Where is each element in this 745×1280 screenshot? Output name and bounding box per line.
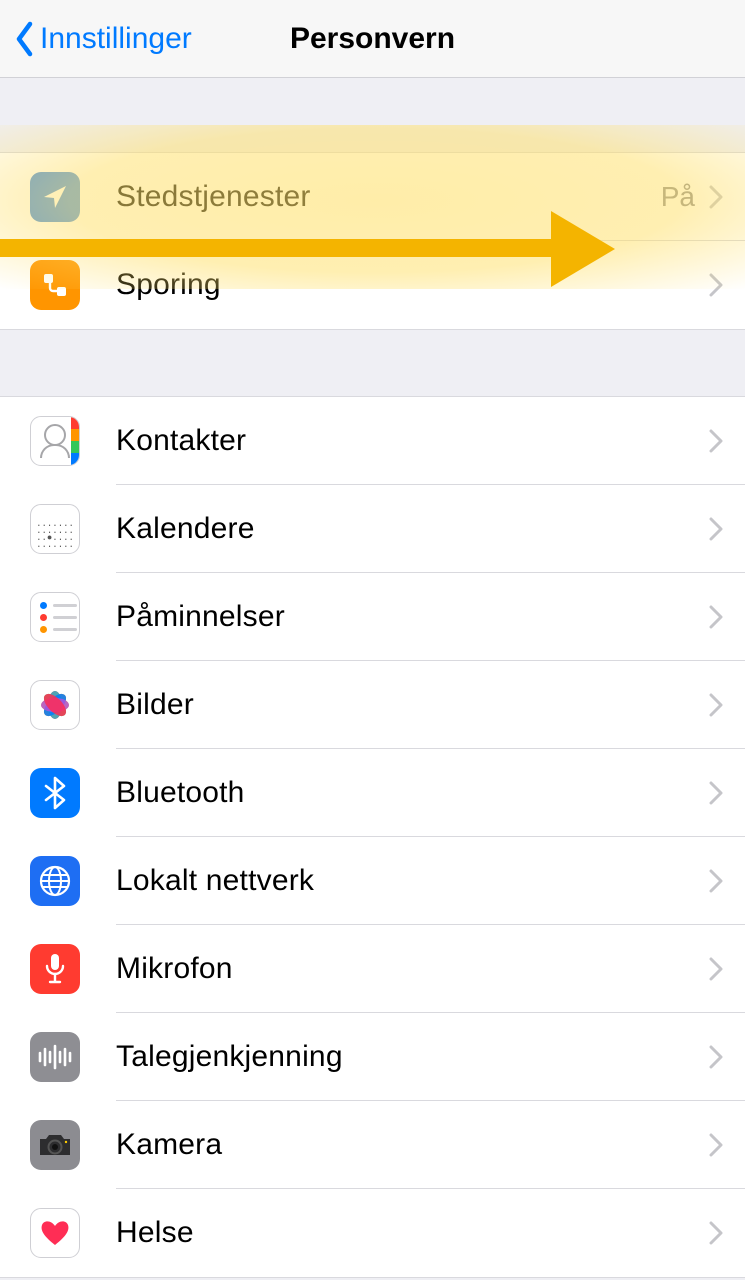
row-label: Talegjenkjenning <box>116 1040 709 1074</box>
contacts-icon <box>30 416 80 466</box>
nav-bar: Innstillinger Personvern <box>0 0 745 78</box>
chevron-right-icon <box>709 1045 723 1069</box>
row-label: Mikrofon <box>116 952 709 986</box>
row-reminders[interactable]: Påminnelser <box>0 573 745 661</box>
heart-icon <box>30 1208 80 1258</box>
row-value: På <box>661 181 695 213</box>
row-local-network[interactable]: Lokalt nettverk <box>0 837 745 925</box>
chevron-right-icon <box>709 957 723 981</box>
chevron-right-icon <box>709 517 723 541</box>
photos-icon <box>30 680 80 730</box>
row-label: Bluetooth <box>116 776 709 810</box>
chevron-right-icon <box>709 1221 723 1245</box>
microphone-icon <box>30 944 80 994</box>
row-label: Kalendere <box>116 512 709 546</box>
section-location-tracking: Stedstjenester På Sporing <box>0 152 745 330</box>
back-button[interactable]: Innstillinger <box>0 21 192 57</box>
row-label: Påminnelser <box>116 600 709 634</box>
section-data-access: Kontakter ....... ....... ..●.... ......… <box>0 396 745 1278</box>
chevron-right-icon <box>709 185 723 209</box>
camera-icon <box>30 1120 80 1170</box>
bluetooth-icon <box>30 768 80 818</box>
row-health[interactable]: Helse <box>0 1189 745 1277</box>
chevron-right-icon <box>709 605 723 629</box>
location-icon <box>30 172 80 222</box>
row-label: Lokalt nettverk <box>116 864 709 898</box>
reminders-icon <box>30 592 80 642</box>
row-calendars[interactable]: ....... ....... ..●.... ....... Kalender… <box>0 485 745 573</box>
row-camera[interactable]: Kamera <box>0 1101 745 1189</box>
row-location-services[interactable]: Stedstjenester På <box>0 153 745 241</box>
row-label: Kamera <box>116 1128 709 1162</box>
chevron-right-icon <box>709 273 723 297</box>
row-speech-recognition[interactable]: Talegjenkjenning <box>0 1013 745 1101</box>
row-bluetooth[interactable]: Bluetooth <box>0 749 745 837</box>
row-label: Sporing <box>116 268 709 302</box>
row-microphone[interactable]: Mikrofon <box>0 925 745 1013</box>
page-title: Personvern <box>290 22 455 56</box>
chevron-right-icon <box>709 781 723 805</box>
chevron-right-icon <box>709 693 723 717</box>
back-label: Innstillinger <box>40 22 192 56</box>
row-label: Kontakter <box>116 424 709 458</box>
chevron-right-icon <box>709 429 723 453</box>
row-label: Bilder <box>116 688 709 722</box>
chevron-left-icon <box>14 21 36 57</box>
row-label: Helse <box>116 1216 709 1250</box>
tracking-icon <box>30 260 80 310</box>
chevron-right-icon <box>709 1133 723 1157</box>
row-contacts[interactable]: Kontakter <box>0 397 745 485</box>
row-tracking[interactable]: Sporing <box>0 241 745 329</box>
globe-icon <box>30 856 80 906</box>
chevron-right-icon <box>709 869 723 893</box>
row-label: Stedstjenester <box>116 180 661 214</box>
waveform-icon <box>30 1032 80 1082</box>
calendar-icon: ....... ....... ..●.... ....... <box>30 504 80 554</box>
row-photos[interactable]: Bilder <box>0 661 745 749</box>
